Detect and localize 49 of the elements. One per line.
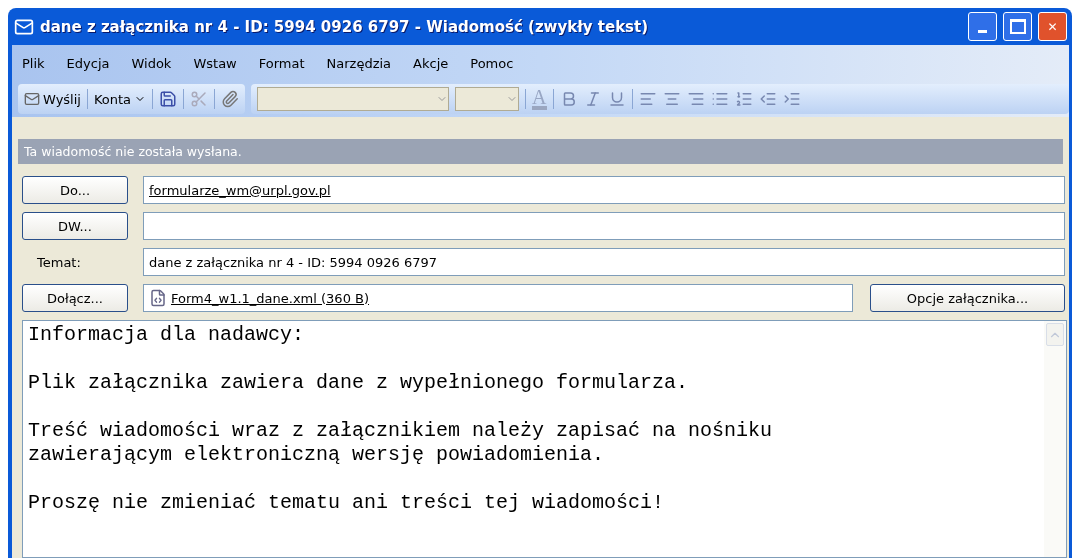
align-right-icon[interactable]: [686, 90, 705, 108]
minimize-button[interactable]: [968, 12, 997, 41]
attach-icon[interactable]: [221, 90, 240, 108]
font-dropdown[interactable]: [257, 87, 450, 111]
field-value: dane z załącznika nr 4 - ID: 5994 0926 6797: [149, 254, 438, 270]
input-field[interactable]: [143, 212, 1065, 240]
accounts-button[interactable]: Konta: [93, 91, 147, 107]
menu-item[interactable]: Plik: [22, 55, 45, 71]
attachment-file[interactable]: Form4_w1.1_dane.xml (360 B): [171, 290, 370, 306]
scroll-up-button[interactable]: [1046, 323, 1064, 346]
field-label: Temat:: [36, 254, 82, 270]
attachment-field[interactable]: Form4_w1.1_dane.xml (360 B): [143, 284, 853, 312]
align-left-icon[interactable]: [638, 90, 657, 108]
save-icon[interactable]: [159, 90, 178, 108]
body-line: Plik załącznika zawiera dane z wypełnionego formularza.: [28, 371, 690, 395]
menu-item[interactable]: Pomoc: [470, 55, 514, 71]
numbered-list-icon[interactable]: [734, 90, 753, 108]
input-field[interactable]: formularze_wm@urpl.gov.pl: [143, 176, 1065, 204]
maximize-button[interactable]: [1003, 12, 1032, 41]
increase-indent-icon[interactable]: [782, 90, 801, 108]
size-dropdown[interactable]: [455, 87, 520, 111]
envelope-icon: [24, 91, 40, 107]
menu-item[interactable]: Wstaw: [193, 55, 237, 71]
recipient-button[interactable]: DW...: [22, 212, 128, 240]
menu-item[interactable]: Format: [258, 55, 305, 71]
window-title: dane z załącznika nr 4 - ID: 5994 0926 6797 - Wiadomość (zwykły tekst): [40, 17, 650, 36]
decrease-indent-icon[interactable]: [758, 90, 777, 108]
menu-item[interactable]: Widok: [131, 55, 172, 71]
send-button[interactable]: Wyślij: [24, 91, 81, 107]
info-text: Ta wiadomość nie została wysłana.: [24, 144, 242, 159]
field-value: formularze_wm@urpl.gov.pl: [149, 182, 331, 198]
body-line: Treść wiadomości wraz z załącznikiem należy zapisać na nośniku: [28, 419, 774, 443]
attach-button[interactable]: Dołącz...: [22, 284, 128, 312]
attachment-options-button[interactable]: Opcje załącznika...: [870, 284, 1065, 312]
body-line: Informacja dla nadawcy:: [28, 323, 306, 347]
body-line: Proszę nie zmieniać tematu ani treści tej wiadomości!: [28, 491, 666, 515]
align-center-icon[interactable]: [662, 90, 681, 108]
message-body[interactable]: [22, 320, 1067, 558]
recipient-button[interactable]: Do...: [22, 176, 128, 204]
input-field[interactable]: dane z załącznika nr 4 - ID: 5994 0926 6797: [143, 248, 1065, 276]
underline-icon[interactable]: [607, 90, 626, 108]
file-icon: [149, 289, 167, 307]
menu-item[interactable]: Akcje: [413, 55, 449, 71]
bullet-list-icon[interactable]: [710, 90, 729, 108]
cut-icon[interactable]: [190, 90, 209, 108]
menu-item[interactable]: Narzędzia: [326, 55, 392, 71]
close-button[interactable]: ✕: [1038, 12, 1067, 41]
body-line: zawierającym elektroniczną wersję powiadomienia.: [28, 443, 606, 467]
menu-item[interactable]: Edycja: [66, 55, 110, 71]
